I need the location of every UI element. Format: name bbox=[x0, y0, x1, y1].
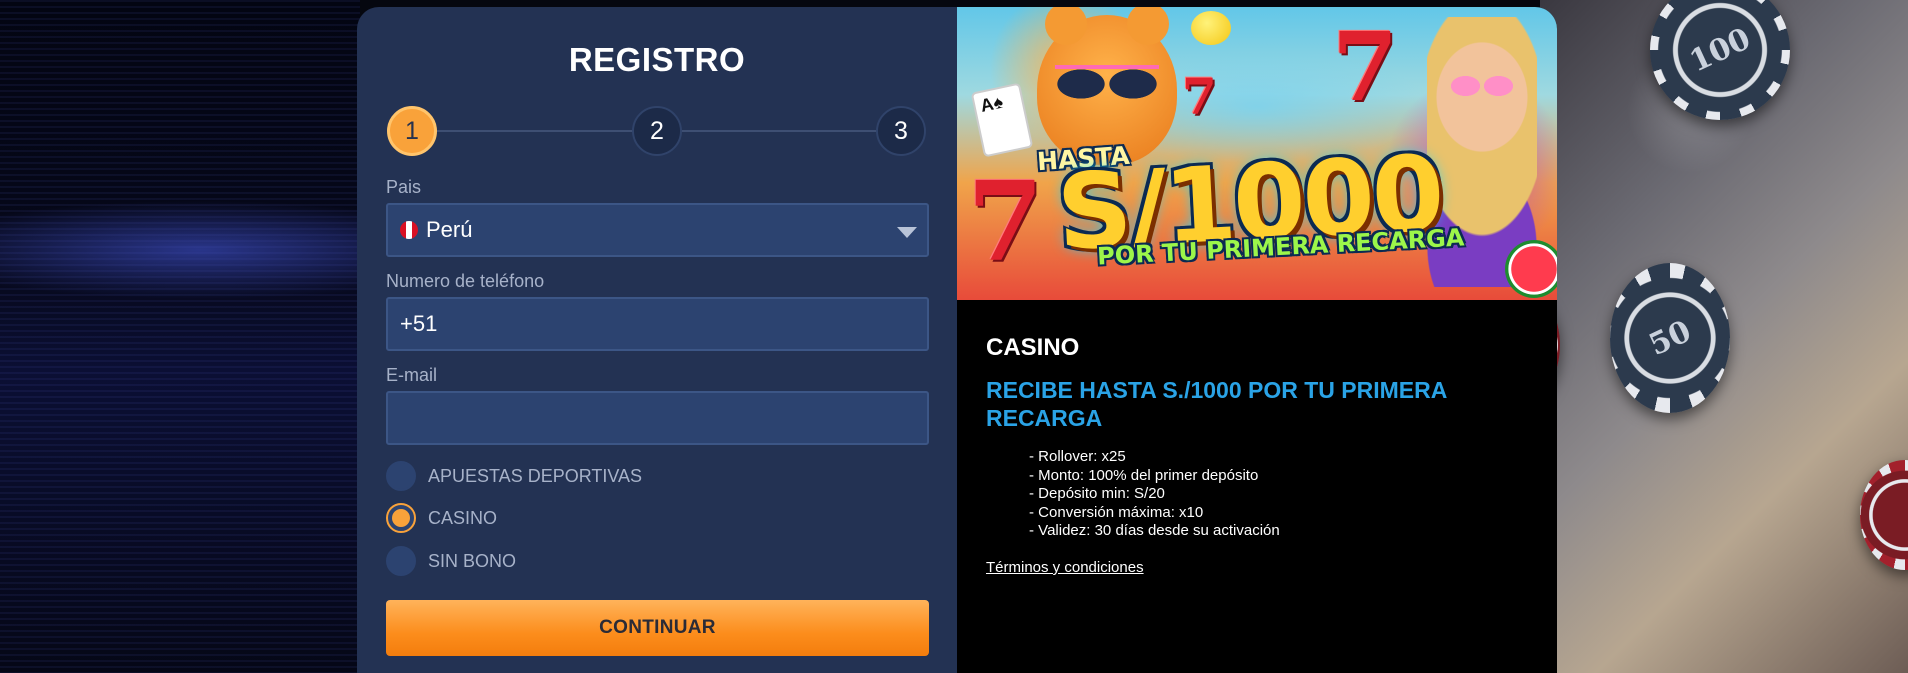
casino-chip-50: 50 bbox=[1610, 263, 1730, 413]
bonus-option-label: SIN BONO bbox=[428, 550, 517, 571]
radio-sports[interactable] bbox=[386, 461, 416, 491]
list-item: Rollover: x25 bbox=[1029, 448, 1280, 467]
promo-category: CASINO bbox=[986, 334, 1080, 361]
sunglasses-icon bbox=[1449, 75, 1515, 97]
radio-casino[interactable] bbox=[386, 503, 416, 533]
registration-title: REGISTRO bbox=[568, 41, 746, 78]
bonus-option-label: APUESTAS DEPORTIVAS bbox=[428, 465, 643, 486]
background-left bbox=[0, 0, 360, 673]
bonus-option-casino[interactable]: CASINO bbox=[386, 502, 497, 534]
promo-banner-image: A♠ 7 7 7 HASTA S/1000 POR TU PRIMERA REC… bbox=[957, 7, 1557, 300]
watermelon-icon bbox=[1505, 240, 1557, 298]
radio-selected-dot bbox=[392, 509, 410, 527]
sunglasses-icon bbox=[1055, 65, 1159, 99]
promo-panel: A♠ 7 7 7 HASTA S/1000 POR TU PRIMERA REC… bbox=[957, 7, 1557, 673]
casino-chip-red bbox=[1860, 460, 1908, 570]
bonus-option-none[interactable]: SIN BONO bbox=[386, 545, 516, 577]
seven-icon: 7 bbox=[967, 157, 1044, 286]
country-value: Perú bbox=[426, 217, 473, 242]
email-field[interactable] bbox=[386, 391, 929, 445]
country-select[interactable]: Perú bbox=[386, 203, 929, 257]
country-label: Pais bbox=[386, 177, 422, 197]
radio-none[interactable] bbox=[386, 546, 416, 576]
seven-icon: 7 bbox=[1182, 67, 1217, 126]
chevron-down-icon bbox=[897, 227, 917, 238]
playing-cards-icon: A♠ bbox=[970, 82, 1034, 158]
list-item: Depósito min: S/20 bbox=[1029, 485, 1280, 504]
bonus-option-label: CASINO bbox=[428, 507, 498, 528]
continue-button[interactable]: CONTINUAR bbox=[386, 600, 929, 656]
registration-panel: REGISTRO 1 2 3 Pais Perú Numero de teléf… bbox=[357, 7, 957, 673]
step-1: 1 bbox=[387, 106, 437, 156]
list-item: Monto: 100% del primer depósito bbox=[1029, 467, 1280, 486]
promo-headline: RECIBE HASTA S./1000 POR TU PRIMERA RECA… bbox=[986, 377, 1447, 431]
phone-label: Numero de teléfono bbox=[386, 271, 545, 291]
email-input[interactable] bbox=[400, 405, 927, 431]
phone-input[interactable] bbox=[400, 311, 927, 337]
bonus-option-sports[interactable]: APUESTAS DEPORTIVAS bbox=[386, 460, 642, 492]
chip-label-top: 100 bbox=[1684, 20, 1756, 80]
chip-label-50: 50 bbox=[1643, 313, 1697, 363]
list-item: Validez: 30 días desde su activación bbox=[1029, 522, 1280, 541]
list-item: Conversión máxima: x10 bbox=[1029, 504, 1280, 523]
promo-details-list: Rollover: x25 Monto: 100% del primer dep… bbox=[1029, 448, 1280, 541]
background-right: 100 50 bbox=[1490, 0, 1908, 673]
seven-icon: 7 bbox=[1332, 12, 1399, 123]
peru-flag-icon bbox=[400, 221, 418, 239]
step-3: 3 bbox=[876, 106, 926, 156]
lemon-icon bbox=[1191, 11, 1231, 45]
casino-chip-top: 100 bbox=[1650, 0, 1790, 120]
email-label: E-mail bbox=[386, 365, 438, 385]
phone-field[interactable] bbox=[386, 297, 929, 351]
step-2: 2 bbox=[632, 106, 682, 156]
terms-link[interactable]: Términos y condiciones bbox=[986, 559, 1144, 576]
